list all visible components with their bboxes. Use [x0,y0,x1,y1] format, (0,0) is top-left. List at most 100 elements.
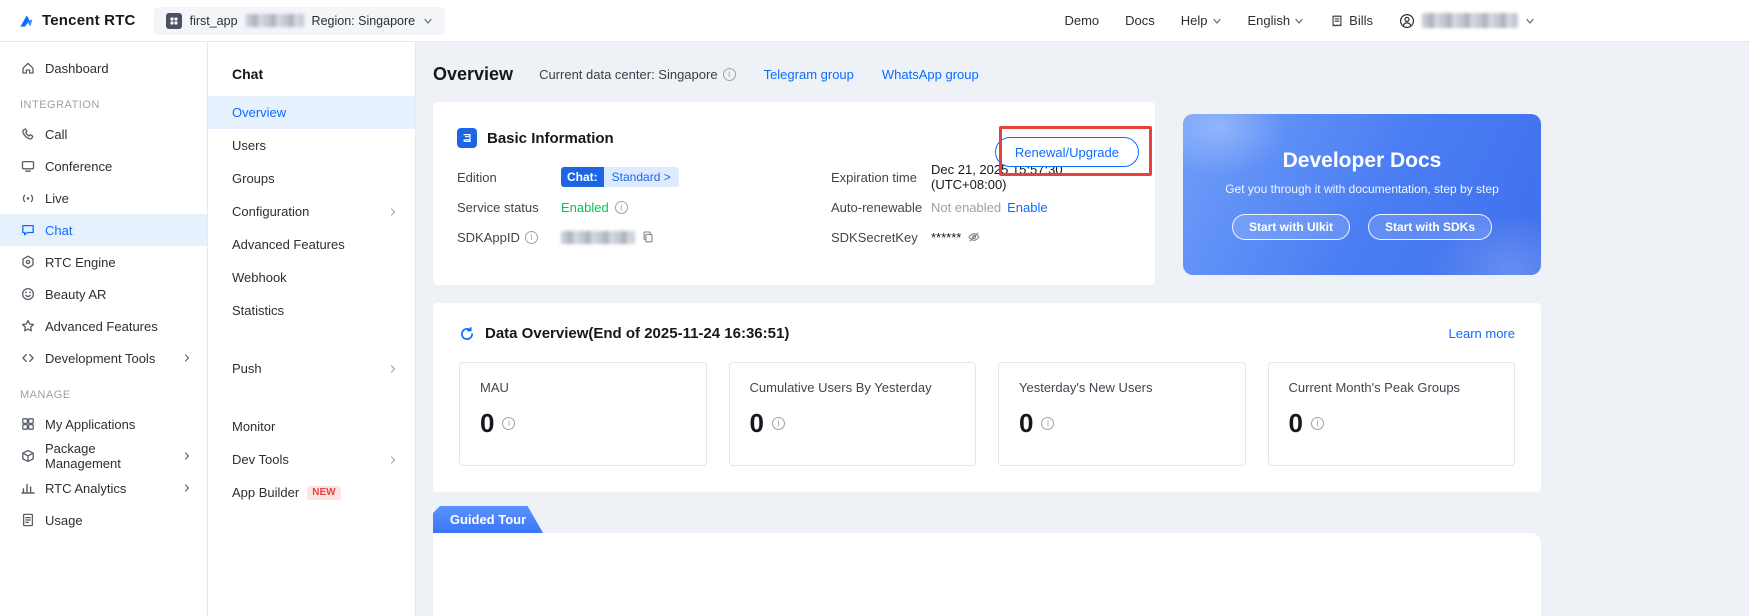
sidebar-item-advanced-features[interactable]: Advanced Features [0,310,207,342]
refresh-icon[interactable] [459,326,475,342]
nav-language[interactable]: English [1248,13,1305,28]
edition-badge[interactable]: Chat: Standard > [561,167,679,187]
chevron-right-icon [181,482,193,494]
sidebar-item-label: Package Management [45,441,172,471]
data-overview-title: Data Overview(End of 2025-11-24 16:36:51… [485,325,789,342]
copy-icon[interactable] [641,230,655,244]
sidebar-item-package-management[interactable]: Package Management [0,440,207,472]
subnav-item-label: Configuration [232,204,309,219]
guided-tour-panel [433,533,1541,616]
field-edition: Edition Chat: Standard > [457,166,809,188]
info-icon[interactable]: i [1041,417,1054,430]
sdkappid-redacted-value [561,231,635,244]
start-with-sdks-button[interactable]: Start with SDKs [1368,214,1492,240]
sidebar-item-conference[interactable]: Conference [0,150,207,182]
stat-label: MAU [480,380,686,395]
subnav-item-monitor[interactable]: Monitor [208,410,415,443]
sidebar-item-beauty-ar[interactable]: Beauty AR [0,278,207,310]
info-icon[interactable]: i [1311,417,1324,430]
info-icon[interactable]: i [525,231,538,244]
nav-help[interactable]: Help [1181,13,1222,28]
subnav-item-label: Webhook [232,270,287,285]
subnav-item-label: Monitor [232,419,275,434]
app-region-selector[interactable]: first_app Region: Singapore [154,7,446,35]
subnav-item-statistics[interactable]: Statistics [208,294,415,327]
tencent-rtc-logo-icon [18,13,34,29]
developer-docs-subtitle: Get you through it with documentation, s… [1225,182,1499,196]
subnav-item-users[interactable]: Users [208,129,415,162]
chevron-right-icon [181,450,193,462]
stat-value: 0 [750,408,764,439]
new-badge: NEW [307,486,340,500]
subnav-item-push[interactable]: Push [208,352,415,385]
stat-label: Cumulative Users By Yesterday [750,380,956,395]
subnav-item-groups[interactable]: Groups [208,162,415,195]
field-label: Expiration time [831,170,931,185]
eye-off-icon[interactable] [967,230,981,244]
stat-value: 0 [480,408,494,439]
user-avatar-icon [1399,13,1415,29]
field-sdkappid: SDKAppID i [457,226,809,248]
subnav-item-webhook[interactable]: Webhook [208,261,415,294]
beauty-ar-icon [20,286,36,302]
start-with-uikit-button[interactable]: Start with UIkit [1232,214,1350,240]
nav-demo[interactable]: Demo [1064,13,1099,28]
topbar-right: Demo Docs Help English Bills [1064,13,1731,29]
nav-docs[interactable]: Docs [1125,13,1155,28]
home-icon [20,60,36,76]
advanced-features-icon [20,318,36,334]
sidebar-item-live[interactable]: Live [0,182,207,214]
region-label: Region: Singapore [312,14,416,28]
brand-logo[interactable]: Tencent RTC [18,12,136,29]
data-center-text: Current data center: Singapore i [539,67,736,82]
sidebar-item-development-tools[interactable]: Development Tools [0,342,207,374]
sidebar-item-rtc-analytics[interactable]: RTC Analytics [0,472,207,504]
stat-value: 0 [1289,408,1303,439]
enable-link[interactable]: Enable [1007,200,1047,215]
sidebar-item-chat[interactable]: Chat [0,214,207,246]
sidebar-item-call[interactable]: Call [0,118,207,150]
rtc-engine-icon [20,254,36,270]
whatsapp-group-link[interactable]: WhatsApp group [882,67,979,82]
guided-tour-tab[interactable]: Guided Tour [433,506,543,533]
subnav-item-app-builder[interactable]: App Builder NEW [208,476,415,509]
sidebar-item-label: Dashboard [45,61,109,76]
sidebar-item-label: Beauty AR [45,287,106,302]
renewal-upgrade-button[interactable]: Renewal/Upgrade [995,137,1139,167]
stat-label: Yesterday's New Users [1019,380,1225,395]
bills-label: Bills [1349,13,1373,28]
chevron-right-icon [387,363,399,375]
usage-icon [20,512,36,528]
data-center-label: Current data center: Singapore [539,67,718,82]
top-cards-row: Basic Information Renewal/Upgrade Editio… [433,102,1541,285]
subnav-title: Chat [208,54,415,96]
bills-button[interactable]: Bills [1330,13,1373,28]
subnav-item-advanced-features[interactable]: Advanced Features [208,228,415,261]
info-icon[interactable]: i [772,417,785,430]
account-menu[interactable] [1399,13,1535,29]
info-icon[interactable]: i [502,417,515,430]
sidebar-item-label: Usage [45,513,83,528]
sidebar-item-dashboard[interactable]: Dashboard [0,52,207,84]
sidebar-item-label: Advanced Features [45,319,158,334]
rtc-analytics-icon [20,480,36,496]
guided-tour-section: Guided Tour [433,506,1541,616]
sidebar-item-my-applications[interactable]: My Applications [0,408,207,440]
stat-value: 0 [1019,408,1033,439]
chat-subnav: Chat Overview Users Groups Configuration… [208,42,416,616]
basic-info-fields: Edition Chat: Standard > Expiration time… [457,166,1131,248]
sidebar-item-rtc-engine[interactable]: RTC Engine [0,246,207,278]
nav-language-label: English [1248,13,1291,28]
learn-more-link[interactable]: Learn more [1449,326,1515,341]
service-status-value: Enabled [561,200,609,215]
subnav-item-dev-tools[interactable]: Dev Tools [208,443,415,476]
field-label: SDKSecretKey [831,230,931,245]
stat-card-peak-groups: Current Month's Peak Groups 0 i [1268,362,1516,466]
subnav-item-configuration[interactable]: Configuration [208,195,415,228]
subnav-group-gap [208,327,415,352]
telegram-group-link[interactable]: Telegram group [764,67,854,82]
subnav-item-overview[interactable]: Overview [208,96,415,129]
info-icon[interactable]: i [723,68,736,81]
sidebar-item-usage[interactable]: Usage [0,504,207,536]
info-icon[interactable]: i [615,201,628,214]
